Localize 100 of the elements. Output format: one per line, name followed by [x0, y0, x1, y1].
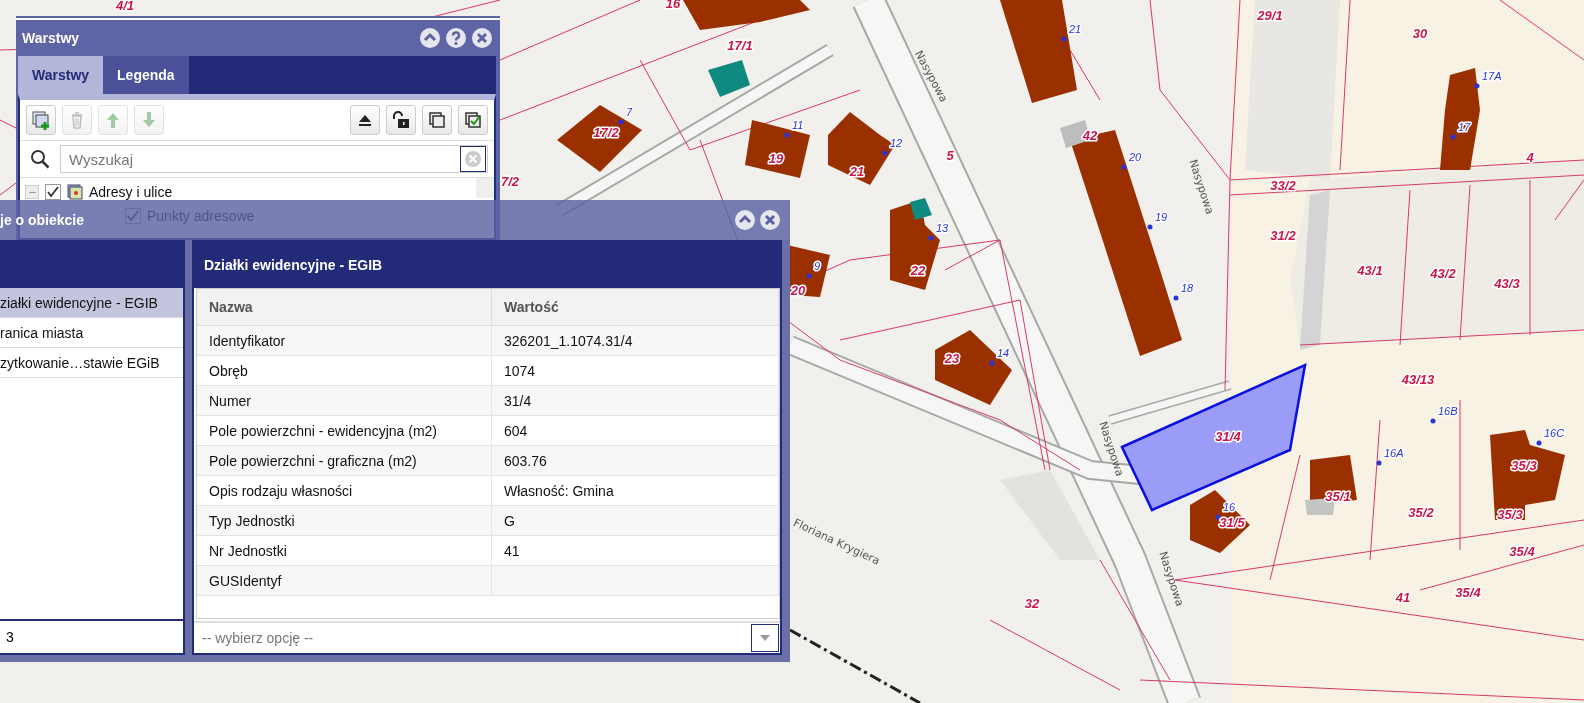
table-cell: 41 [491, 535, 779, 566]
parcel-number: 35/4 [1509, 544, 1535, 559]
address-point-icon [882, 150, 888, 156]
address-point-icon [1147, 224, 1153, 230]
window-title: Warstwy [22, 30, 80, 46]
address-point-icon [618, 119, 624, 125]
parcel-number: 17/1 [727, 38, 753, 53]
add-layer-button[interactable] [26, 105, 56, 135]
address-number: 16 [1223, 501, 1236, 513]
layer-name[interactable]: Adresy i ulice [89, 184, 173, 200]
address-number: 9 [814, 260, 821, 272]
table-cell: Nr Jednostki [197, 535, 492, 566]
parcel-number: 41 [1395, 590, 1411, 605]
copy-button[interactable] [422, 105, 452, 135]
address-point-icon [989, 360, 995, 366]
table-cell: 31/4 [491, 385, 779, 416]
parcel-number: 20 [790, 283, 806, 298]
parcel-number: 33/2 [1270, 178, 1296, 193]
column-header: Nazwa [197, 289, 492, 326]
window-title: je o obiekcie [0, 212, 85, 228]
result-count: 3 [0, 619, 183, 653]
table-cell: 604 [491, 415, 779, 446]
unlock-button[interactable] [386, 105, 416, 135]
help-button[interactable] [446, 28, 466, 48]
parcel-number: 31/4 [1215, 429, 1241, 444]
parcel-number: 17/2 [593, 125, 619, 140]
parcel-number: 23 [944, 351, 960, 366]
table-cell: GUSIdentyf [197, 565, 492, 596]
tab[interactable]: Legenda [103, 56, 189, 94]
parcel-number: 35/3 [1511, 458, 1537, 473]
outbuilding-drawing [910, 198, 932, 220]
table-cell: Obręb [197, 355, 492, 386]
parcel-number: 31/5 [1219, 515, 1245, 530]
address-point-icon [1061, 36, 1067, 42]
outbuilding-drawing [708, 60, 750, 97]
address-number: 18 [1181, 282, 1194, 294]
address-point-icon [1430, 418, 1436, 424]
address-point-icon [1376, 460, 1382, 466]
address-point-icon [1474, 83, 1480, 89]
address-number: 20 [1129, 151, 1142, 163]
table-cell: Pole powierzchni - graficzna (m2) [197, 445, 492, 476]
address-point-icon [1121, 164, 1127, 170]
address-number: 16B [1438, 405, 1458, 417]
parcel-number: 35/4 [1455, 585, 1481, 600]
parcel-number: 43/2 [1430, 266, 1456, 281]
panel-title: Działki ewidencyjne - EGIB [194, 242, 780, 288]
caret-down-icon [760, 635, 770, 641]
table-cell: 603.76 [491, 445, 779, 476]
copy-icon [427, 110, 447, 130]
address-point-icon [784, 132, 790, 138]
layer-list-item[interactable]: ziałki ewidencyjne - EGIB [0, 288, 183, 318]
layer-list-item[interactable]: zytkowanie…stawie EGiB [0, 348, 183, 378]
address-number: 11 [792, 119, 804, 131]
parcel-number: 35/2 [1408, 505, 1434, 520]
address-number: 16A [1384, 447, 1404, 459]
checkbox[interactable] [45, 184, 61, 200]
eject-button[interactable] [350, 105, 380, 135]
address-number: 21 [1069, 23, 1082, 35]
scrollbar[interactable] [476, 178, 494, 198]
table-cell: Opis rodzaju własności [197, 475, 492, 506]
checked-copy-icon [463, 110, 483, 130]
parcel-number: 42 [1082, 128, 1098, 143]
parcel-number: 4 [1526, 150, 1534, 165]
table-cell: 326201_1.1074.31/4 [491, 325, 779, 356]
table-cell: Numer [197, 385, 492, 416]
address-number: 17 [1458, 121, 1471, 133]
address-point-icon [1450, 134, 1456, 140]
parcel-number: 31/2 [1270, 228, 1296, 243]
parcel-number: 43/3 [1494, 276, 1520, 291]
collapse-toggle[interactable] [25, 185, 39, 199]
close-button[interactable] [472, 28, 492, 48]
address-number: 17A [1482, 70, 1502, 82]
address-number: 13 [936, 222, 949, 234]
tab[interactable]: Warstwy [18, 56, 104, 94]
address-point-icon [1173, 295, 1179, 301]
parcel-number: 43/1 [1357, 263, 1383, 278]
address-point-icon [1536, 440, 1542, 446]
address-number: 14 [997, 347, 1010, 359]
checked-copy-button[interactable] [458, 105, 488, 135]
parcel-number: 35/3 [1497, 507, 1523, 522]
collapse-button[interactable] [420, 28, 440, 48]
parcel-number: 29/1 [1257, 8, 1283, 23]
parcel-number: 30 [1412, 26, 1428, 41]
parcel-number: 22 [910, 263, 926, 278]
column-header: Wartość [491, 289, 779, 326]
option-select[interactable]: -- wybierz opcję -- [194, 621, 780, 653]
table-cell: Identyfikator [197, 325, 492, 356]
parcel-number: 43/13 [1401, 372, 1435, 387]
collapse-button[interactable] [735, 210, 755, 230]
table-cell: Pole powierzchni - ewidencyjna (m2) [197, 415, 492, 446]
parcel-number: 4/1 [115, 0, 135, 13]
table-cell: Typ Jednostki [197, 505, 492, 536]
parcel-number: 19 [768, 151, 784, 166]
close-button[interactable] [760, 210, 780, 230]
address-number: 16C [1544, 427, 1565, 439]
layer-list-item[interactable]: ranica miasta [0, 318, 183, 348]
parcel-number: 21 [849, 164, 865, 179]
unlock-icon [391, 110, 411, 130]
address-point-icon [806, 273, 812, 279]
address-number: 19 [1155, 211, 1168, 223]
